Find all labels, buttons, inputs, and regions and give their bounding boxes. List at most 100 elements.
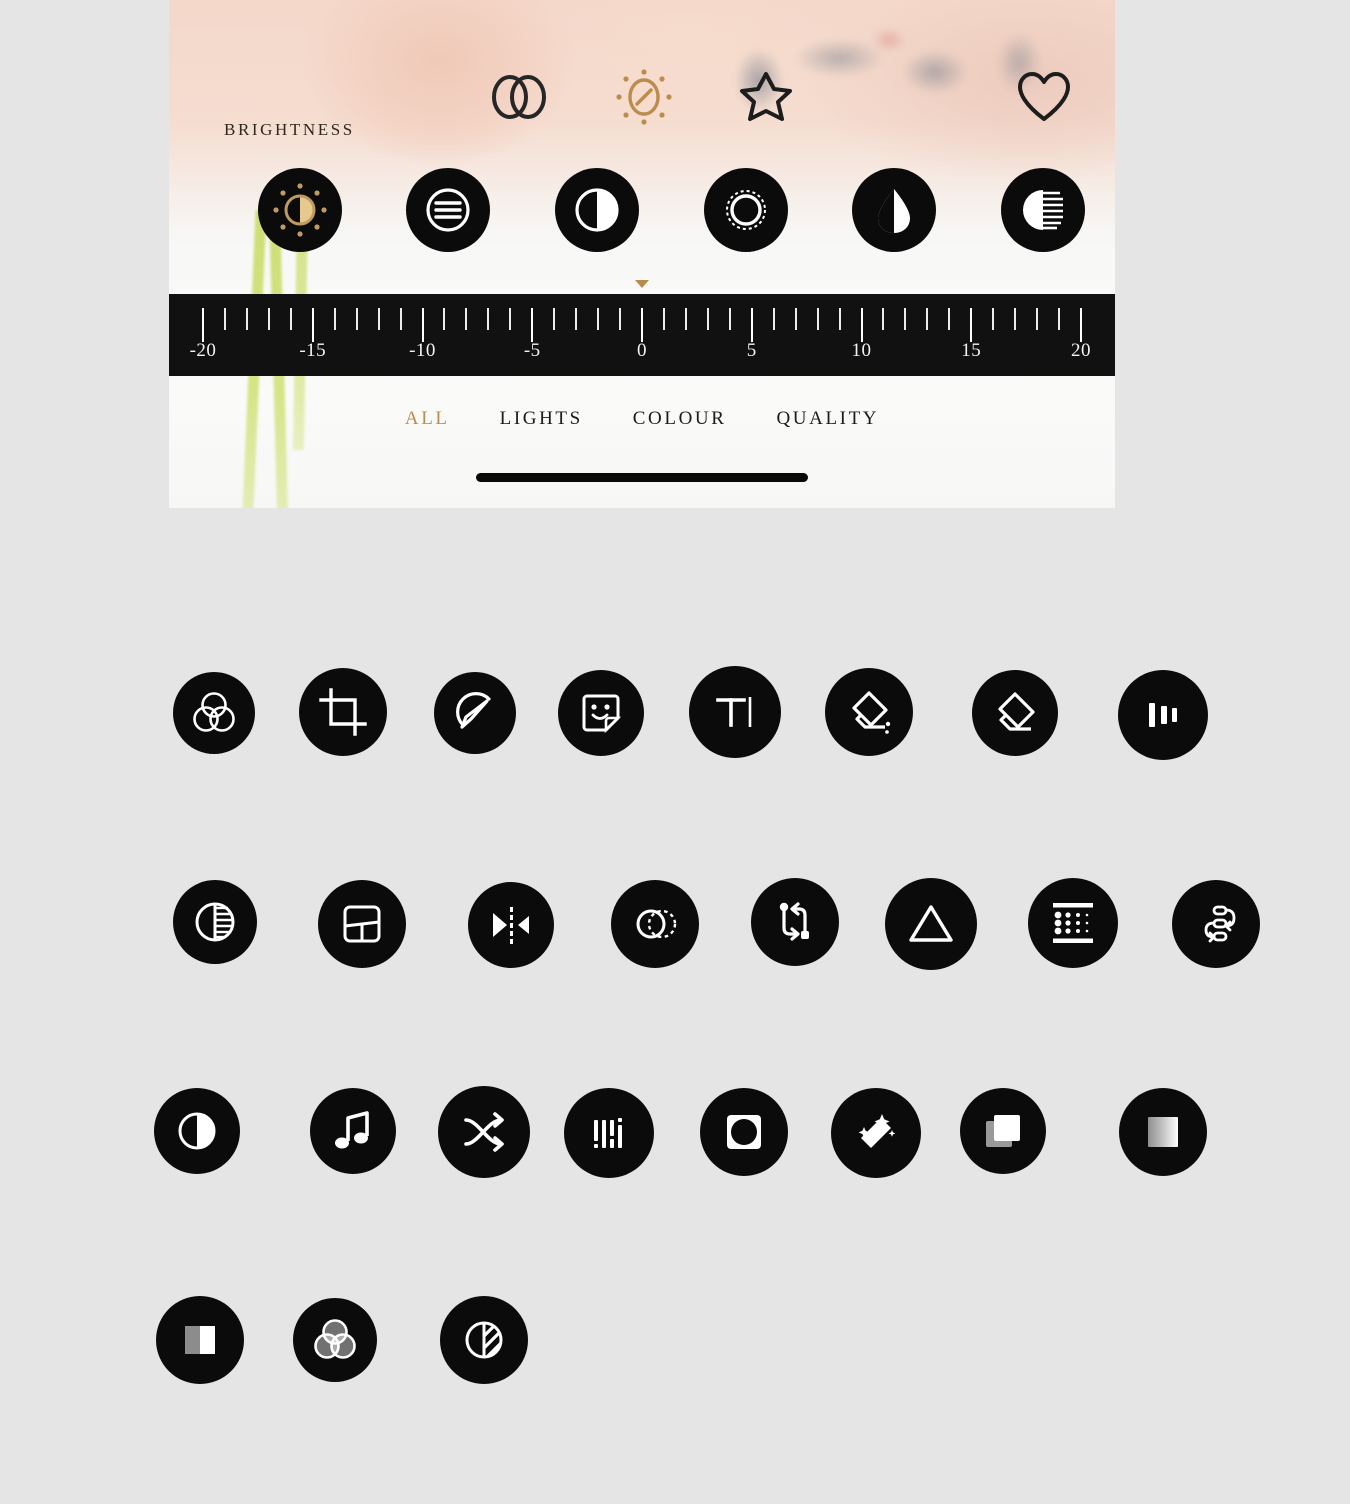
halftone-dots-icon[interactable]: [1028, 878, 1118, 968]
ruler-minor-tick: [904, 308, 907, 330]
ruler-major-tick: [531, 308, 534, 342]
collage-layout-icon[interactable]: [318, 880, 406, 968]
ruler-ticks: [169, 294, 1115, 344]
duplicate-circles-icon[interactable]: [611, 880, 699, 968]
ruler-minor-tick: [816, 308, 819, 330]
ruler-minor-tick: [1014, 308, 1017, 330]
brightness-sun-icon[interactable]: [609, 62, 679, 132]
bars-vertical-icon[interactable]: [1118, 670, 1208, 760]
contrast-icon[interactable]: [555, 168, 639, 252]
ruler-minor-tick: [882, 308, 885, 330]
ruler-major-tick: [860, 308, 863, 342]
draw-pencil-icon[interactable]: [434, 672, 516, 754]
ruler-label: 0: [637, 340, 647, 361]
tab-quality[interactable]: QUALITY: [776, 408, 879, 430]
ruler-major-tick: [311, 308, 314, 342]
crop-icon[interactable]: [299, 668, 387, 756]
tab-all[interactable]: ALL: [405, 408, 450, 430]
colour-mix-venn-icon[interactable]: [173, 672, 255, 754]
swap-arrows-icon[interactable]: [751, 878, 839, 966]
blend-circles-icon[interactable]: [484, 62, 554, 132]
icon-grid-row: [0, 1086, 1350, 1296]
photo-editor-panel: BRIGHTNESS -20 -15 -10 -5 0 5 10 15 20 A…: [169, 0, 1115, 508]
ruler-minor-tick: [267, 308, 270, 330]
ruler-minor-tick: [355, 308, 358, 330]
filter-category-tabs: ALL LIGHTS COLOUR QUALITY: [169, 408, 1115, 430]
ruler-label: 5: [746, 340, 757, 361]
ruler-minor-tick: [728, 308, 731, 330]
sticker-icon[interactable]: [558, 670, 644, 756]
saturation-drop-icon[interactable]: [852, 168, 936, 252]
colour-venn-filled-icon[interactable]: [293, 1298, 377, 1382]
ruler-minor-tick: [575, 308, 578, 330]
ruler-major-tick: [750, 308, 753, 342]
exposure-icon[interactable]: [406, 168, 490, 252]
contrast-lines-icon[interactable]: [173, 880, 257, 964]
mirror-flip-icon[interactable]: [468, 882, 554, 968]
ruler-minor-tick: [377, 308, 380, 330]
ruler-label: -5: [523, 340, 541, 361]
ruler-minor-tick: [509, 308, 512, 330]
ruler-minor-tick: [289, 308, 292, 330]
ruler-minor-tick: [772, 308, 775, 330]
ruler-major-tick: [970, 308, 973, 342]
ruler-minor-tick: [245, 308, 248, 330]
diagonal-stripes-circle-icon[interactable]: [440, 1296, 528, 1384]
ruler-minor-tick: [1058, 308, 1061, 330]
contrast-circle-icon[interactable]: [154, 1088, 240, 1174]
ruler-minor-tick: [223, 308, 226, 330]
ruler-minor-tick: [597, 308, 600, 330]
fade-icon[interactable]: [1001, 168, 1085, 252]
ruler-minor-tick: [662, 308, 665, 330]
ruler-label: 20: [1071, 340, 1091, 361]
ruler-label: 10: [851, 340, 872, 361]
ruler-minor-tick: [553, 308, 556, 330]
ruler-labels: -20 -15 -10 -5 0 5 10 15 20: [169, 340, 1115, 372]
tab-lights[interactable]: LIGHTS: [500, 408, 583, 430]
ruler-label: -10: [409, 340, 436, 361]
triangle-icon[interactable]: [885, 878, 977, 970]
ruler-minor-tick: [333, 308, 336, 330]
tab-colour[interactable]: COLOUR: [633, 408, 727, 430]
ruler-minor-tick: [443, 308, 446, 330]
ruler-minor-tick: [838, 308, 841, 330]
equalizer-bars-icon[interactable]: [564, 1088, 654, 1178]
ruler-label: 15: [961, 340, 982, 361]
ruler-minor-tick: [1036, 308, 1039, 330]
mask-square-icon[interactable]: [700, 1088, 788, 1176]
ruler-minor-tick: [794, 308, 797, 330]
music-note-icon[interactable]: [310, 1088, 396, 1174]
icon-grid-row: [0, 666, 1350, 880]
ruler-major-tick: [421, 308, 424, 342]
ruler-minor-tick: [399, 308, 402, 330]
layers-squares-icon[interactable]: [960, 1088, 1046, 1174]
ruler-label: -15: [299, 340, 327, 361]
ruler-minor-tick: [619, 308, 622, 330]
slider-value-pointer: [635, 280, 649, 288]
ruler-label: -20: [189, 340, 217, 361]
text-icon[interactable]: [689, 666, 781, 758]
ruler-major-tick: [641, 308, 643, 342]
star-icon[interactable]: [731, 62, 801, 132]
icon-grid-row: [0, 878, 1350, 1088]
brightness-icon[interactable]: [258, 168, 342, 252]
ruler-minor-tick: [684, 308, 687, 330]
gradient-square-icon[interactable]: [1119, 1088, 1207, 1176]
vignette-icon[interactable]: [704, 168, 788, 252]
reorder-icon[interactable]: [1172, 880, 1260, 968]
ruler-minor-tick: [992, 308, 995, 330]
ruler-minor-tick: [948, 308, 951, 330]
magic-wand-icon[interactable]: [831, 1088, 921, 1178]
home-indicator: [476, 473, 808, 482]
ruler-minor-tick: [926, 308, 929, 330]
ruler-minor-tick: [465, 308, 468, 330]
icon-grid-row: [0, 1296, 1350, 1504]
eraser-dust-icon[interactable]: [825, 668, 913, 756]
two-tone-square-icon[interactable]: [156, 1296, 244, 1384]
ruler-minor-tick: [487, 308, 490, 330]
adjustment-section-label: BRIGHTNESS: [224, 120, 355, 139]
value-slider-ruler[interactable]: -20 -15 -10 -5 0 5 10 15 20: [169, 294, 1115, 376]
eraser-icon[interactable]: [972, 670, 1058, 756]
heart-icon[interactable]: [1009, 62, 1079, 132]
shuffle-icon[interactable]: [438, 1086, 530, 1178]
